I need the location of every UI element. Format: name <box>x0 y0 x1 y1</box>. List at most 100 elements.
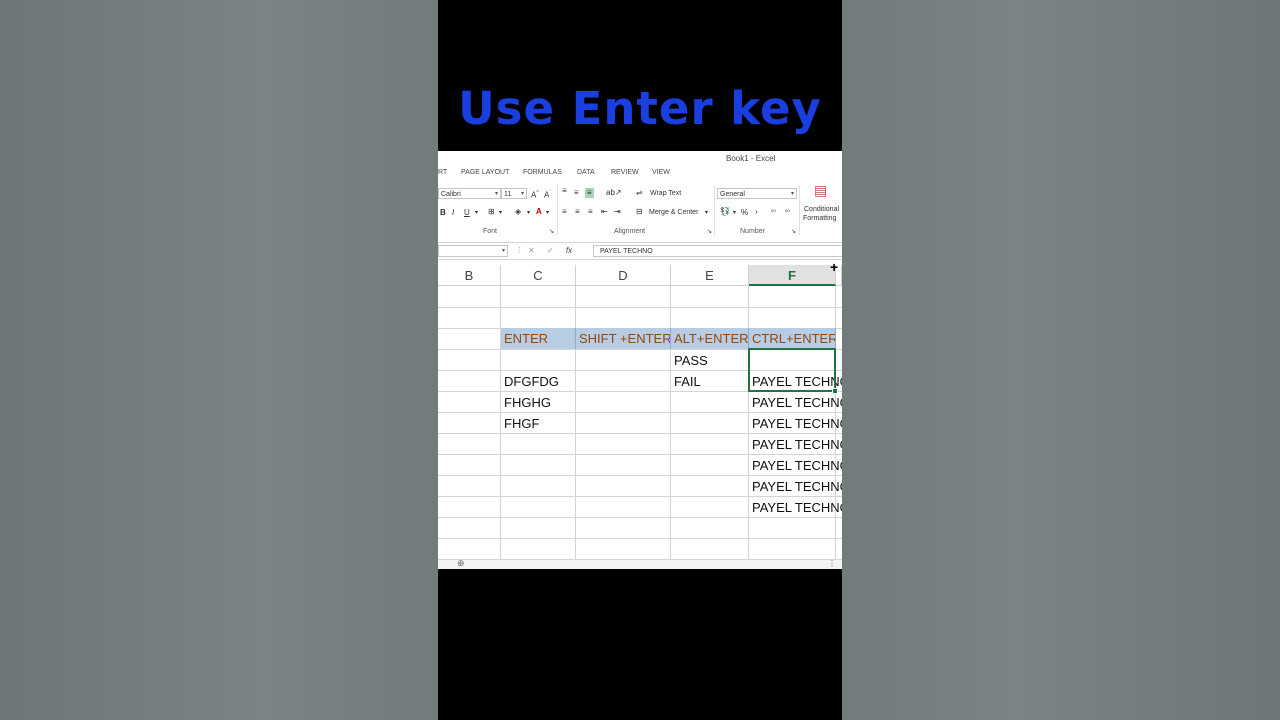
column-header-c[interactable]: C <box>501 265 576 286</box>
cell-f-row7[interactable]: PAYEL TECHNO <box>749 476 842 497</box>
font-size-value: 11 <box>504 191 512 198</box>
fill-handle[interactable] <box>832 388 838 394</box>
accounting-dropdown-icon[interactable]: ▾ <box>733 208 736 218</box>
column-header-e[interactable]: E <box>671 265 749 286</box>
cell-e-header[interactable]: ALT+ENTER <box>671 328 749 349</box>
cell-e-fail[interactable]: FAIL <box>671 371 749 392</box>
alignment-dialog-launcher-icon[interactable]: ↘ <box>707 227 712 237</box>
align-left-icon[interactable]: ≡ <box>562 207 567 217</box>
wrap-text-icon[interactable]: ⇌ <box>636 188 643 198</box>
underline-dropdown-icon[interactable]: ▾ <box>475 208 478 218</box>
conditional-formatting-button[interactable]: ▤ Conditional Formatting <box>802 183 842 223</box>
fill-dropdown-icon[interactable]: ▾ <box>527 208 530 218</box>
italic-button[interactable]: I <box>452 208 454 218</box>
move-cursor-icon: + <box>830 259 839 275</box>
group-label-font: Font <box>483 228 498 235</box>
underline-button[interactable]: U <box>464 208 470 218</box>
decrease-decimal-icon[interactable]: ⁰⁰ <box>785 208 790 218</box>
ribbon-tabs: RT PAGE LAYOUT FORMULAS DATA REVIEW VIEW <box>438 169 842 181</box>
font-name-value: Calibri <box>441 191 461 198</box>
align-right-icon[interactable]: ≡ <box>588 207 593 217</box>
formula-input[interactable]: PAYEL TECHNO <box>593 245 842 257</box>
sheet-status-bar: ⊕ ⋮ <box>438 558 842 569</box>
orientation-icon[interactable]: ab↗ <box>606 188 622 198</box>
align-top-icon[interactable]: ≡ <box>562 186 567 196</box>
window-title: Book1 - Excel <box>726 154 776 163</box>
merge-center-icon[interactable]: ⊟ <box>636 207 643 217</box>
scroll-grip-icon[interactable]: ⋮ <box>828 559 836 568</box>
bold-button[interactable]: B <box>440 208 446 218</box>
align-center-icon[interactable]: ≡ <box>575 207 580 217</box>
video-frame: Use Enter key Book1 - Excel RT PAGE LAYO… <box>438 0 842 720</box>
cell-f-row5[interactable]: PAYEL TECHNO <box>749 434 842 455</box>
window-title-bar: Book1 - Excel <box>438 154 842 166</box>
insert-function-icon[interactable]: fx <box>566 246 572 255</box>
gridline <box>438 538 842 539</box>
number-format-value: General <box>720 191 745 198</box>
borders-dropdown-icon[interactable]: ▾ <box>499 208 502 218</box>
cell-f-row8[interactable]: PAYEL TECHNO <box>749 497 842 518</box>
wrap-text-button[interactable]: Wrap Text <box>650 189 681 199</box>
increase-indent-icon[interactable]: ⇥ <box>614 207 621 217</box>
spreadsheet-grid[interactable]: B C D E F ENTER SHIFT +ENTER ALT+ENTER C… <box>438 265 842 566</box>
merge-center-button[interactable]: Merge & Center <box>649 208 698 218</box>
formula-bar-grip-icon: ⋮ <box>516 247 523 254</box>
number-format-select[interactable]: General ▾ <box>717 188 797 199</box>
accounting-format-icon[interactable]: 💱 <box>720 207 730 217</box>
group-separator <box>557 185 558 235</box>
chevron-down-icon: ▾ <box>501 248 505 254</box>
chevron-down-icon: ▾ <box>494 191 498 197</box>
column-header-f[interactable]: F <box>749 265 836 286</box>
tab-page-layout[interactable]: PAGE LAYOUT <box>461 169 509 176</box>
column-header-b[interactable]: B <box>438 265 501 286</box>
cell-c-fhgf[interactable]: FHGF <box>501 413 576 434</box>
name-box[interactable]: ▾ <box>438 245 508 257</box>
ribbon: Calibri ▾ 11 ▾ A^ Aˇ B I U ▾ ⊞ ▾ ◈ ▾ A ▾… <box>438 183 842 239</box>
conditional-formatting-icon: ▤ <box>814 182 828 198</box>
tab-formulas[interactable]: FORMULAS <box>523 169 562 176</box>
font-dialog-launcher-icon[interactable]: ↘ <box>549 227 554 237</box>
increase-decimal-icon[interactable]: ⁰⁰ <box>771 208 776 218</box>
active-cell-selection[interactable] <box>748 348 836 392</box>
tab-review[interactable]: REVIEW <box>611 169 639 176</box>
cell-f-header[interactable]: CTRL+ENTER <box>749 328 836 349</box>
group-label-alignment: Alignment <box>614 228 646 235</box>
cancel-icon[interactable]: ✕ <box>528 246 535 255</box>
enter-icon[interactable]: ✓ <box>547 246 554 255</box>
comma-style-button[interactable]: › <box>755 207 758 217</box>
font-size-select[interactable]: 11 ▾ <box>501 188 527 199</box>
increase-font-icon[interactable]: A^ <box>531 188 539 201</box>
cell-c-header[interactable]: ENTER <box>501 328 576 349</box>
merge-dropdown-icon[interactable]: ▾ <box>705 208 708 218</box>
fill-color-icon[interactable]: ◈ <box>515 207 521 217</box>
group-label-number: Number <box>740 228 765 235</box>
cell-f-row3[interactable]: PAYEL TECHNO <box>749 392 842 413</box>
background-left <box>0 0 438 720</box>
borders-icon[interactable]: ⊞ <box>488 207 495 217</box>
cell-f-row4[interactable]: PAYEL TECHNO <box>749 413 842 434</box>
gridline <box>438 307 842 308</box>
decrease-font-icon[interactable]: Aˇ <box>544 188 551 201</box>
cell-c-dfgfdg[interactable]: DFGFDG <box>501 371 576 392</box>
decrease-indent-icon[interactable]: ⇤ <box>601 207 608 217</box>
cell-c-fhghg[interactable]: FHGHG <box>501 392 576 413</box>
column-header-d[interactable]: D <box>576 265 671 286</box>
font-color-icon[interactable]: A <box>536 207 542 217</box>
align-bottom-icon[interactable]: ≡ <box>585 188 594 198</box>
add-sheet-icon[interactable]: ⊕ <box>457 558 465 569</box>
group-separator <box>714 185 715 235</box>
percent-button[interactable]: % <box>741 208 748 218</box>
align-middle-icon[interactable]: ≡ <box>574 188 579 198</box>
font-color-dropdown-icon[interactable]: ▾ <box>546 208 549 218</box>
formula-buttons: ✕ ✓ fx <box>528 245 572 257</box>
chevron-down-icon: ▾ <box>790 191 794 197</box>
tab-data[interactable]: DATA <box>577 169 595 176</box>
cell-d-header[interactable]: SHIFT +ENTER <box>576 328 671 349</box>
cell-f-row6[interactable]: PAYEL TECHNO <box>749 455 842 476</box>
cell-e-pass[interactable]: PASS <box>671 350 749 371</box>
number-dialog-launcher-icon[interactable]: ↘ <box>791 227 796 237</box>
tab-view[interactable]: VIEW <box>652 169 670 176</box>
background-right <box>842 0 1280 720</box>
font-name-select[interactable]: Calibri ▾ <box>438 188 501 199</box>
tab-insert[interactable]: RT <box>438 169 447 176</box>
